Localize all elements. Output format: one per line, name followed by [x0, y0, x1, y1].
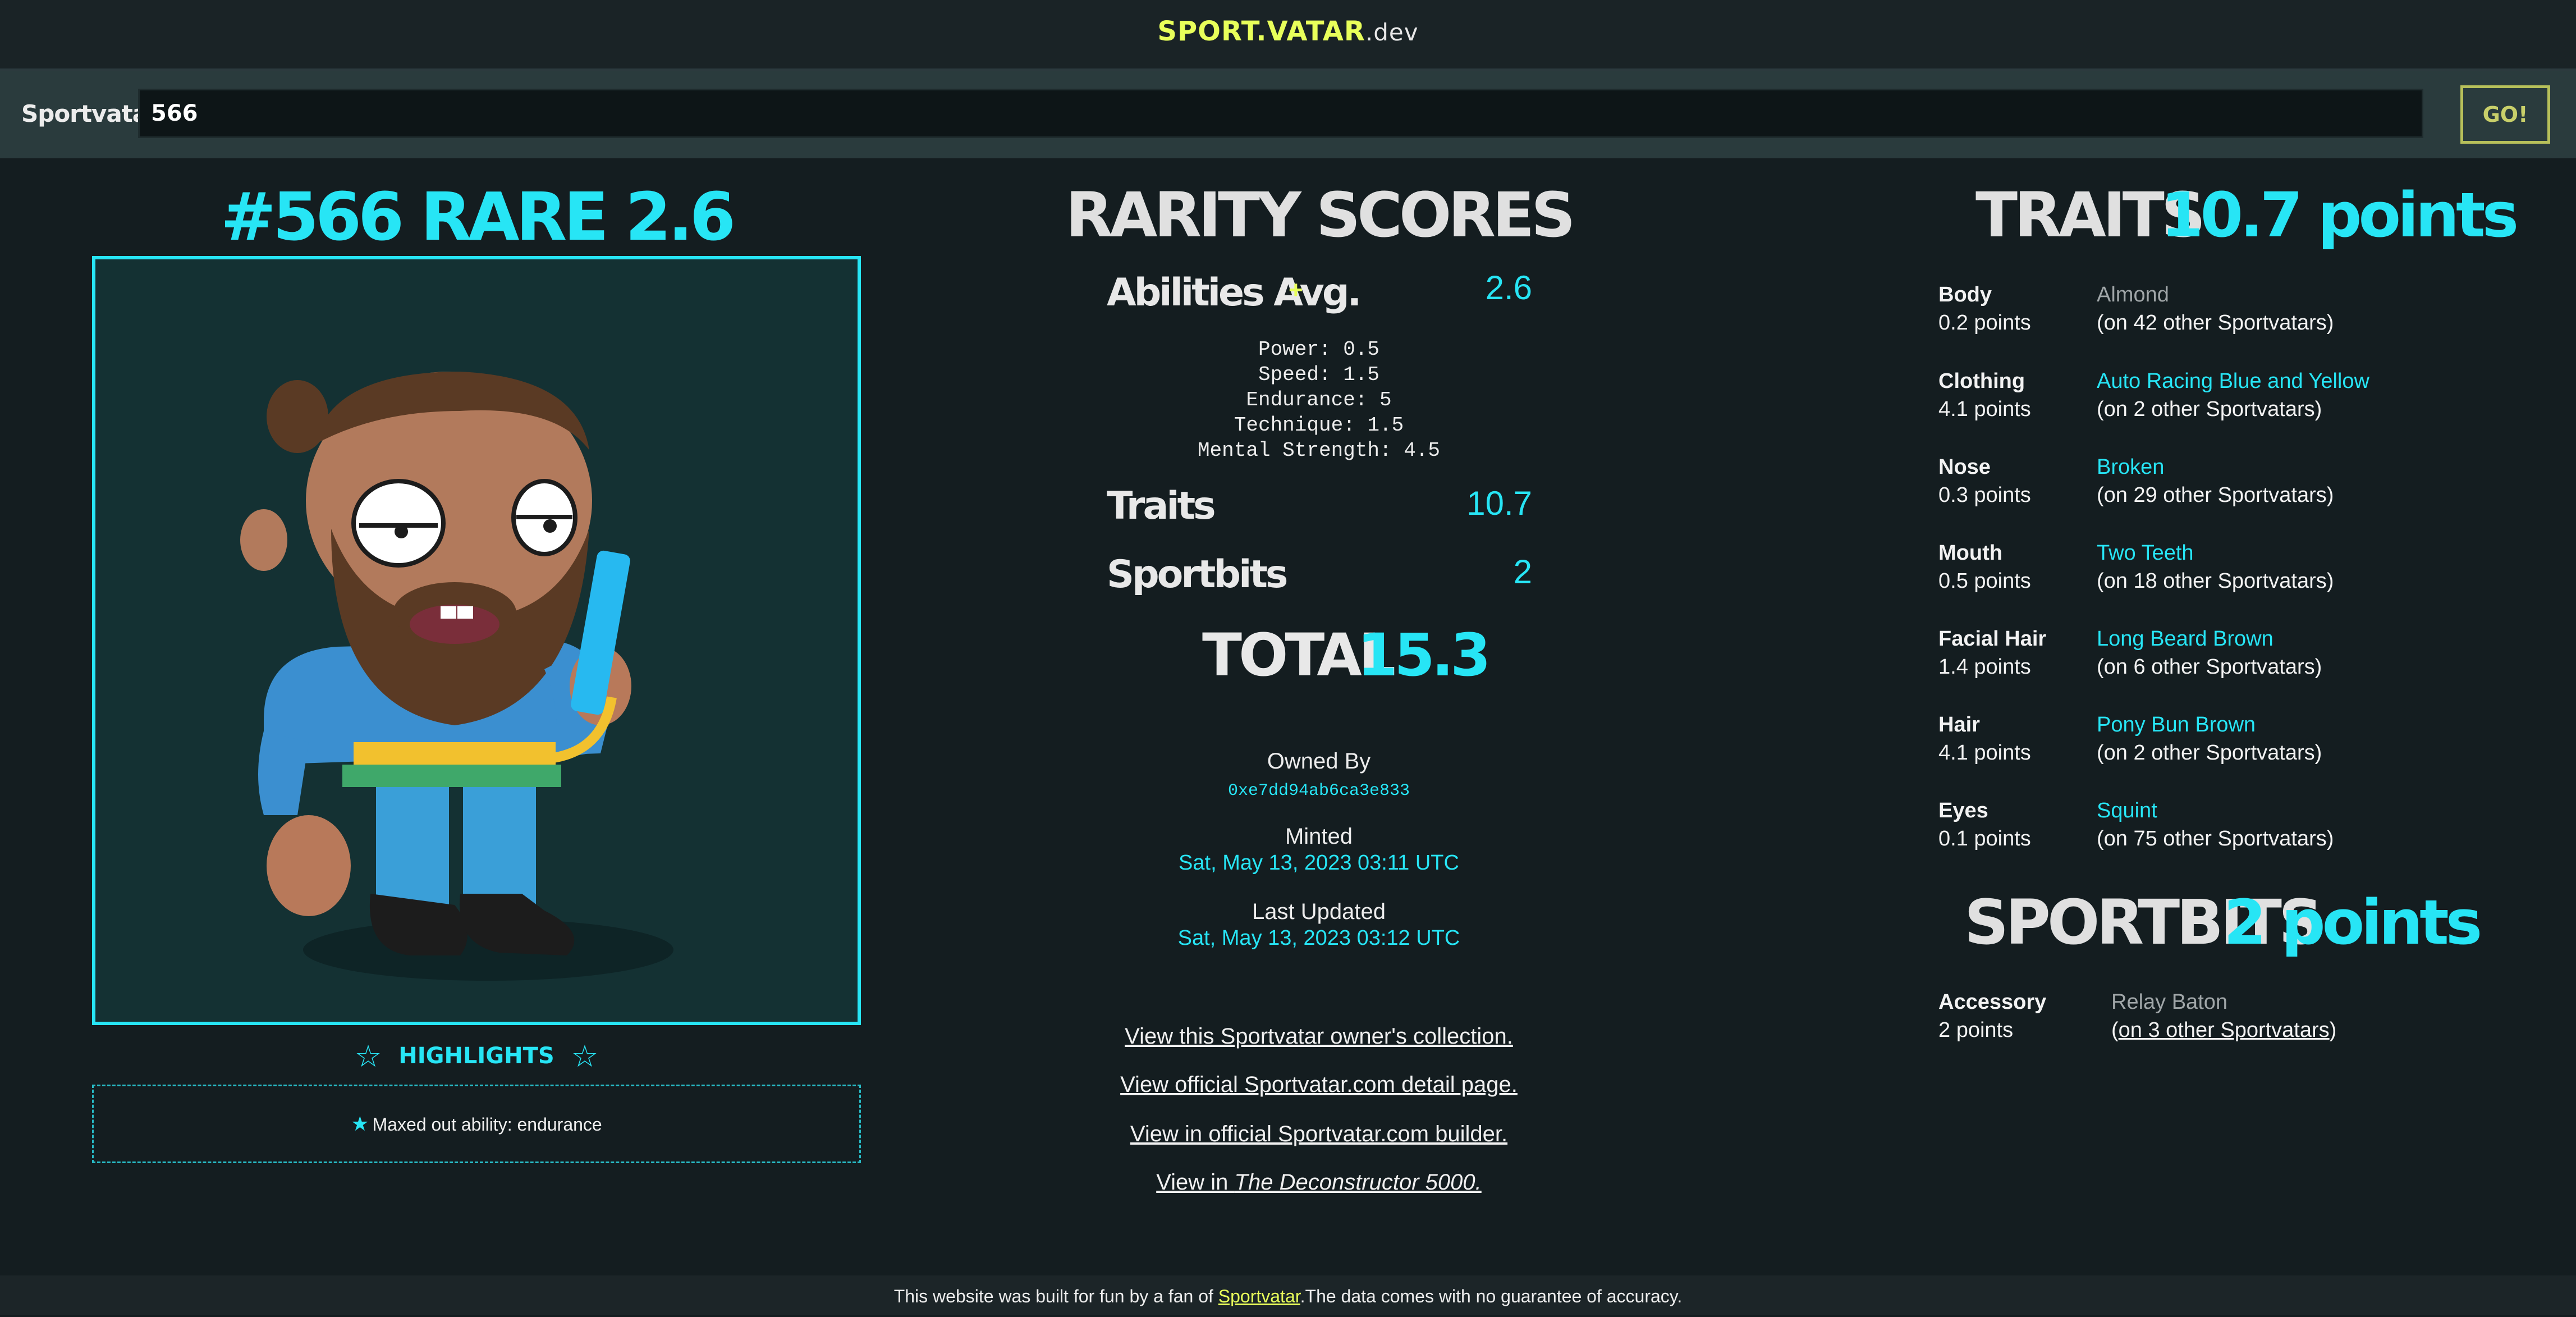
trait-name-body: Body [1938, 283, 1992, 307]
ability-power: Power: 0.5 [1258, 338, 1380, 361]
trait-name-eyes: Eyes [1938, 799, 1988, 822]
total-value: 15.3 [1357, 621, 1491, 689]
sportbit-value-accessory: Relay Baton [2111, 990, 2228, 1014]
avatar-image [92, 256, 861, 1025]
sportbit-name-accessory: Accessory [1938, 990, 2047, 1014]
highlight-item: Maxed out ability: endurance [372, 1114, 602, 1135]
trait-value-facial-hair[interactable]: Long Beard Brown [2097, 627, 2274, 651]
highlights-heading: ☆ HIGHLIGHTS ☆ [92, 1039, 861, 1074]
trait-count-mouth: (on 18 other Sportvatars) [2097, 569, 2334, 593]
expand-abilities-icon[interactable]: + [1289, 276, 1303, 304]
traits-points: 10.7 points [2161, 179, 2519, 251]
sportbit-count-link[interactable]: on 3 other Sportvatars [2119, 1018, 2330, 1042]
owner-collection-link[interactable]: View this Sportvatar owner's collection. [926, 1024, 1712, 1049]
star-filled-icon: ★ [351, 1112, 369, 1135]
sportbits-score-label: Sportbits [1107, 552, 1288, 597]
trait-count-body: (on 42 other Sportvatars) [2097, 311, 2334, 335]
abilities-list: Power: 0.5 Speed: 1.5 Endurance: 5 Techn… [1038, 337, 1599, 463]
trait-points-mouth: 0.5 points [1938, 569, 2031, 593]
avatar-title: #566 RARE 2.6 [220, 178, 736, 255]
trait-value-nose[interactable]: Broken [2097, 455, 2164, 479]
trait-count-facial-hair: (on 6 other Sportvatars) [2097, 655, 2322, 679]
go-button[interactable]: GO! [2460, 85, 2550, 144]
footer-sportvatar-link[interactable]: Sportvatar [1218, 1286, 1300, 1306]
trait-name-facial-hair: Facial Hair [1938, 627, 2047, 651]
owner-address[interactable]: 0xe7dd94ab6ca3e833 [926, 781, 1712, 801]
trait-points-hair: 4.1 points [1938, 741, 2031, 765]
sportvatar-illustration [240, 372, 673, 981]
traits-score-label: Traits [1107, 484, 1216, 528]
trait-count-hair: (on 2 other Sportvatars) [2097, 741, 2322, 765]
paren-close: ) [2329, 1018, 2337, 1042]
logo-suffix: .dev [1365, 19, 1419, 46]
star-icon: ☆ [571, 1039, 599, 1074]
last-updated-date: Sat, May 13, 2023 03:12 UTC [1177, 926, 1460, 950]
trait-name-hair: Hair [1938, 713, 1980, 737]
traits-score-value: 10.7 [1466, 484, 1532, 522]
trait-value-eyes[interactable]: Squint [2097, 799, 2157, 823]
trait-value-mouth[interactable]: Two Teeth [2097, 541, 2194, 565]
top-header: SPORT.VATAR.dev [0, 0, 2576, 71]
trait-name-nose: Nose [1938, 455, 1991, 479]
trait-count-nose: (on 29 other Sportvatars) [2097, 483, 2334, 507]
last-updated-label: Last Updated [1252, 899, 1386, 924]
trait-value-clothing[interactable]: Auto Racing Blue and Yellow [2097, 369, 2369, 394]
trait-points-facial-hair: 1.4 points [1938, 655, 2031, 679]
footer: This website was built for fun by a fan … [0, 1275, 2576, 1315]
search-bar: Sportvatar # 566 GO! [0, 71, 2576, 158]
ability-technique: Technique: 1.5 [1234, 414, 1404, 437]
trait-value-body: Almond [2097, 283, 2169, 307]
owned-by-label: Owned By [1267, 749, 1371, 774]
trait-points-clothing: 4.1 points [1938, 397, 2031, 421]
trait-count-eyes: (on 75 other Sportvatars) [2097, 827, 2334, 850]
logo-main: SPORT.VATAR [1157, 16, 1365, 47]
official-detail-link[interactable]: View official Sportvatar.com detail page… [926, 1072, 1712, 1098]
highlights-box: ★ Maxed out ability: endurance [92, 1085, 861, 1163]
ability-speed: Speed: 1.5 [1258, 363, 1380, 386]
rarity-scores-title: RARITY SCORES [1065, 179, 1576, 251]
trait-name-mouth: Mouth [1938, 541, 2002, 565]
star-icon: ☆ [354, 1039, 382, 1074]
trait-count-clothing: (on 2 other Sportvatars) [2097, 397, 2322, 421]
sportbits-score-value: 2 [1513, 553, 1532, 591]
trait-points-body: 0.2 points [1938, 311, 2031, 335]
trait-value-hair[interactable]: Pony Bun Brown [2097, 713, 2256, 737]
footer-suffix: .The data comes with no guarantee of acc… [1300, 1286, 1683, 1306]
deconstructor-link[interactable]: View in The Deconstructor 5000. [926, 1170, 1712, 1195]
ability-endurance: Endurance: 5 [1246, 388, 1392, 411]
trait-points-nose: 0.3 points [1938, 483, 2031, 507]
deconstructor-title: The Deconstructor 5000. [1234, 1170, 1482, 1195]
ability-mental-strength: Mental Strength: 4.5 [1197, 439, 1441, 462]
trait-points-eyes: 0.1 points [1938, 827, 2031, 850]
official-builder-link[interactable]: View in official Sportvatar.com builder. [926, 1122, 1712, 1147]
abilities-avg-label: Abilities Avg. [1107, 271, 1362, 315]
minted-date: Sat, May 13, 2023 03:11 UTC [1179, 851, 1459, 875]
minted-label: Minted [1285, 824, 1353, 849]
sportbit-points-accessory: 2 points [1938, 1018, 2014, 1042]
highlights-label: HIGHLIGHTS [398, 1043, 554, 1069]
deconstructor-prefix: View in [1156, 1170, 1235, 1195]
sportbit-count-accessory: (on 3 other Sportvatars) [2111, 1018, 2336, 1042]
footer-prefix: This website was built for fun by a fan … [893, 1286, 1218, 1306]
site-logo[interactable]: SPORT.VATAR.dev [0, 16, 2576, 47]
abilities-avg-value: 2.6 [1485, 269, 1532, 307]
sportbits-points: 2 points [2224, 886, 2482, 958]
trait-name-clothing: Clothing [1938, 369, 2025, 393]
paren-open: ( [2111, 1018, 2119, 1042]
sportvatar-number-input[interactable]: 566 [138, 89, 2423, 138]
